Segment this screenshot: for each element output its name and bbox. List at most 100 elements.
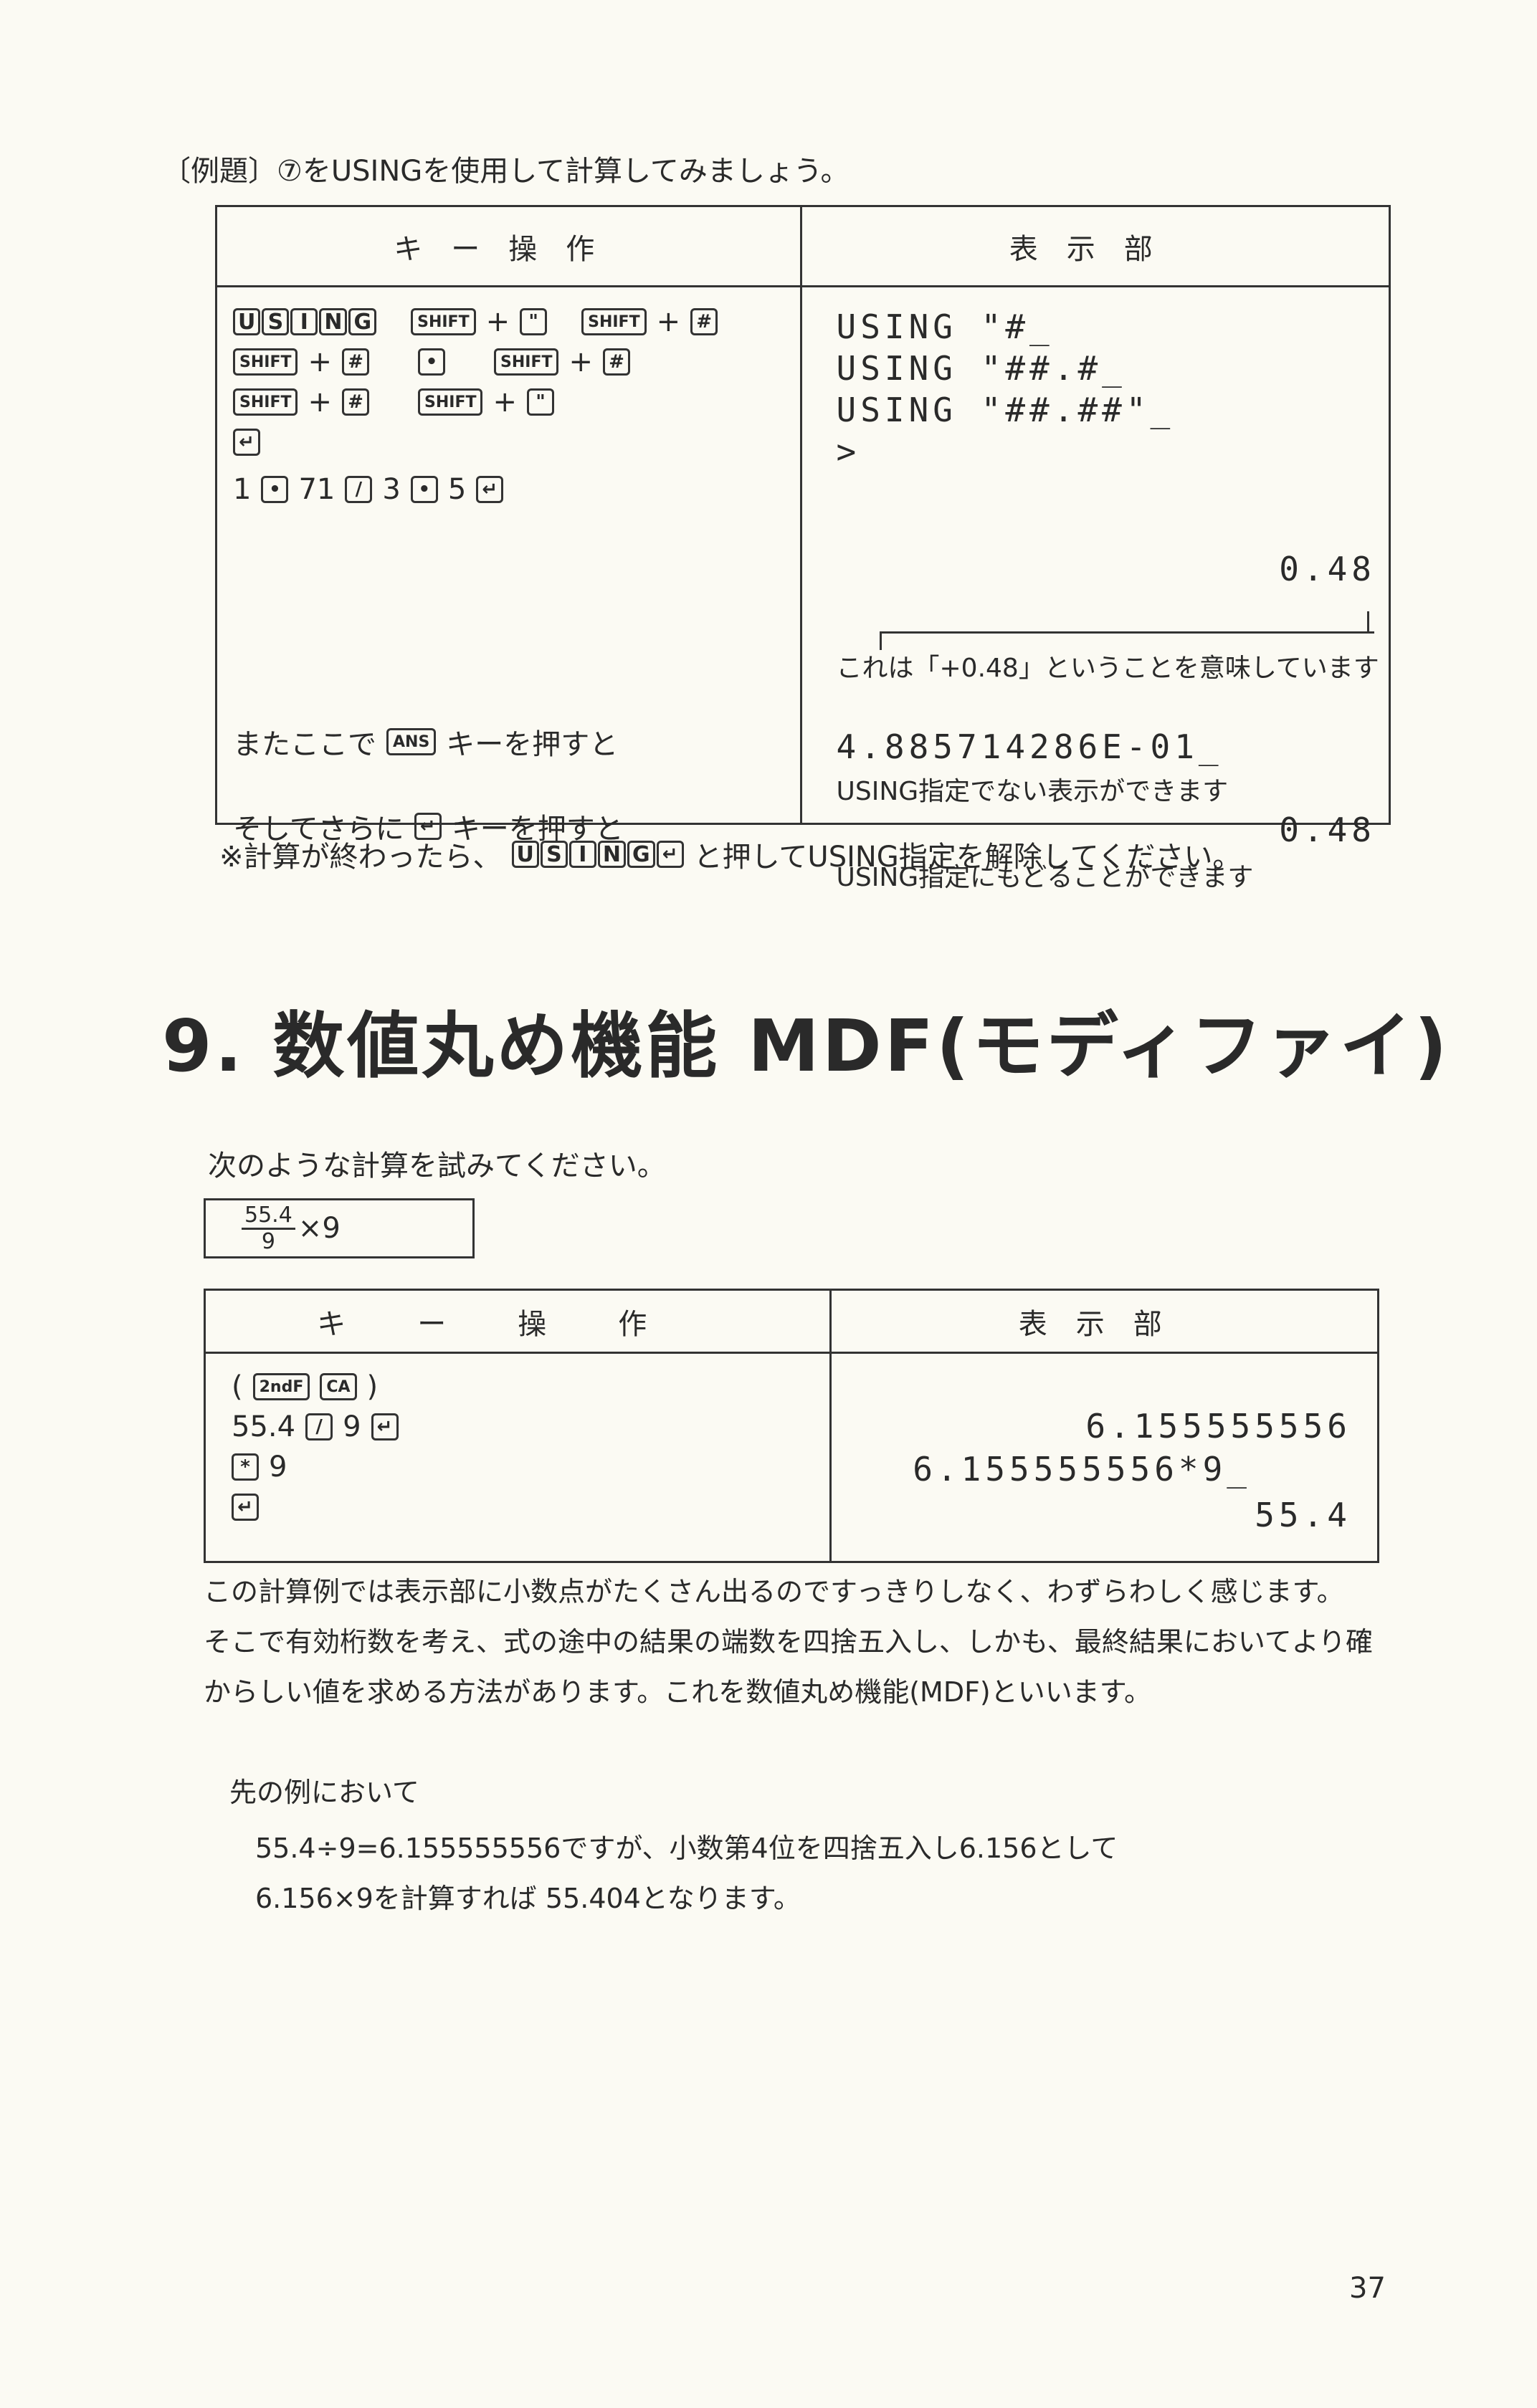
key-row-4: ↵ xyxy=(232,1487,399,1527)
key-row-2: SHIFT + # • SHIFT + # xyxy=(233,342,718,382)
plus-sign: + xyxy=(492,386,517,419)
plus-sign: + xyxy=(656,305,681,338)
plus-sign: + xyxy=(308,386,332,419)
key-u: U xyxy=(233,308,261,335)
2ndf-key: 2ndF xyxy=(252,1373,310,1400)
digit-9: 9 xyxy=(343,1410,361,1443)
shift-key: SHIFT xyxy=(233,348,298,376)
numerator: 55.4 xyxy=(242,1203,295,1230)
result-1-note: これは「+0.48」ということを意味しています xyxy=(836,654,1379,683)
mdf-example-table: キー操作 表示部 ( 2ndF CA ) 55.4 / 9 ↵ * 9 ↵ 6.… xyxy=(203,1289,1379,1563)
key-operation-cell: ( 2ndF CA ) 55.4 / 9 ↵ * 9 ↵ xyxy=(203,1352,832,1563)
lcd-line-1: USING "#_ xyxy=(836,307,1054,346)
paragraph-line-3: からしい値を求める方法があります。これを数値丸め機能(MDF)といいます。 xyxy=(204,1676,1151,1708)
close-paren: ) xyxy=(366,1370,379,1403)
shift-key: SHIFT xyxy=(233,388,298,416)
dot-key: • xyxy=(410,476,438,503)
quote-key: " xyxy=(527,388,554,416)
using-example-table: キー操作 表示部 U S I N G SHIFT + " SHIFT + # S… xyxy=(215,205,1391,892)
display-header: 表示部 xyxy=(799,205,1391,287)
digit-1: 1 xyxy=(233,473,252,506)
lcd-result-2: 4.885714286E-01_ xyxy=(836,727,1223,766)
digit-3: 3 xyxy=(382,473,401,506)
key-operation-header: キー操作 xyxy=(215,205,802,287)
lcd-line-3: USING "##.##"_ xyxy=(836,391,1175,429)
using-footnote: ※計算が終わったら、 U S I N G ↵ と押してUSING指定を解除してく… xyxy=(219,834,1241,874)
hash-key: # xyxy=(603,348,630,376)
divide-key: / xyxy=(345,476,373,503)
paragraph-line-1: この計算例では表示部に小数点がたくさん出るのですっきりしなく、わずらわしく感じま… xyxy=(204,1576,1344,1607)
key-u: U xyxy=(511,841,539,868)
pointer-arrow xyxy=(1366,611,1369,631)
key-operation-cell: U S I N G SHIFT + " SHIFT + # SHIFT + # … xyxy=(215,285,802,846)
enter-key: ↵ xyxy=(233,429,260,456)
key-s: S xyxy=(262,308,290,335)
enter-key: ↵ xyxy=(371,1413,399,1440)
fraction: 55.4 9 xyxy=(242,1203,295,1254)
enter-key: ↵ xyxy=(232,1494,259,1521)
lcd-line-2: 6.155555556*9_ xyxy=(913,1450,1251,1489)
key-row-5: 1 • 71 / 3 • 5 ↵ xyxy=(233,469,718,510)
key-n: N xyxy=(319,308,348,335)
hash-key: # xyxy=(342,348,369,376)
using-keys: U S I N G xyxy=(233,308,377,335)
digit-5: 5 xyxy=(447,473,467,506)
plus-sign: + xyxy=(485,305,510,338)
key-n: N xyxy=(597,841,626,868)
example-line-2: 6.156×9を計算すれば 55.404となります。 xyxy=(255,1883,801,1914)
lcd-line-1: 6.155555556 xyxy=(1085,1407,1351,1446)
key-row-3: * 9 xyxy=(232,1447,399,1487)
dot-key: • xyxy=(418,348,445,376)
lcd-result-3: 0.48 xyxy=(1279,811,1376,849)
example-intro: 〔例題〕⑦をUSINGを使用して計算してみましょう。 xyxy=(162,155,850,188)
shift-key: SHIFT xyxy=(411,308,476,335)
key-i: I xyxy=(290,308,318,335)
key-row-3: SHIFT + # SHIFT + " xyxy=(233,382,718,422)
key-row-1: ( 2ndF CA ) xyxy=(232,1367,399,1407)
hash-key: # xyxy=(342,388,369,416)
example-line-1: 55.4÷9=6.155555556ですが、小数第4位を四捨五入し6.156とし… xyxy=(255,1833,1118,1864)
footnote-prefix: ※計算が終わったら、 xyxy=(219,841,502,874)
digit-71: 71 xyxy=(298,473,336,506)
enter-key: ↵ xyxy=(476,476,504,503)
instruction-text: 次のような計算を試みてください。 xyxy=(208,1150,666,1182)
hash-key: # xyxy=(690,308,718,335)
display-header: 表示部 xyxy=(829,1289,1379,1354)
paragraph-line-2: そこで有効桁数を考え、式の途中の結果の端数を四捨五入し、しかも、最終結果において… xyxy=(204,1626,1373,1658)
value-55-4: 55.4 xyxy=(232,1410,296,1443)
plus-sign: + xyxy=(308,345,332,378)
key-i: I xyxy=(568,841,596,868)
lcd-line-3: 55.4 xyxy=(1255,1496,1351,1534)
footnote-suffix: と押してUSING指定を解除してください。 xyxy=(693,841,1242,874)
key-row-4: ↵ xyxy=(233,422,718,462)
key-s: S xyxy=(540,841,568,868)
quote-key: " xyxy=(520,308,548,335)
key-operation-header: キー操作 xyxy=(203,1289,832,1354)
dot-key: • xyxy=(261,476,289,503)
page-number: 37 xyxy=(1349,2272,1386,2305)
display-cell: USING "#_ USING "##.#_ USING "##.##"_ > … xyxy=(799,285,1391,892)
display-cell: 6.155555556 6.155555556*9_ 55.4 xyxy=(829,1352,1379,1563)
enter-key: ↵ xyxy=(656,841,684,868)
key-g: G xyxy=(348,308,377,335)
shift-key: SHIFT xyxy=(494,348,559,376)
multiply-key: * xyxy=(232,1453,259,1481)
lcd-line-4: > xyxy=(836,432,861,471)
explanation-paragraph: この計算例では表示部に小数点がたくさん出るのですっきりしなく、わずらわしく感じま… xyxy=(204,1567,1373,1717)
ans-key: ANS xyxy=(386,728,437,755)
ans-instruction: またここで ANS キーを押すと xyxy=(233,722,618,762)
digit-9: 9 xyxy=(269,1451,287,1484)
ans-suffix-text: キーを押すと xyxy=(446,728,619,761)
open-paren: ( xyxy=(232,1370,243,1403)
section-title: 9. 数値丸め機能 MDF(モディファイ) xyxy=(162,1004,1450,1088)
shift-key: SHIFT xyxy=(418,388,483,416)
plus-sign: + xyxy=(568,345,593,378)
formula-rest: ×9 xyxy=(298,1212,341,1245)
divide-key: / xyxy=(305,1413,333,1440)
lcd-result-1: 0.48 xyxy=(1279,550,1376,588)
example-intro: 先の例において xyxy=(229,1777,419,1808)
key-row-2: 55.4 / 9 ↵ xyxy=(232,1407,399,1447)
using-keys: U S I N G ↵ xyxy=(511,841,684,868)
key-row-1: U S I N G SHIFT + " SHIFT + # xyxy=(233,302,718,342)
lcd-line-2: USING "##.#_ xyxy=(836,349,1126,388)
